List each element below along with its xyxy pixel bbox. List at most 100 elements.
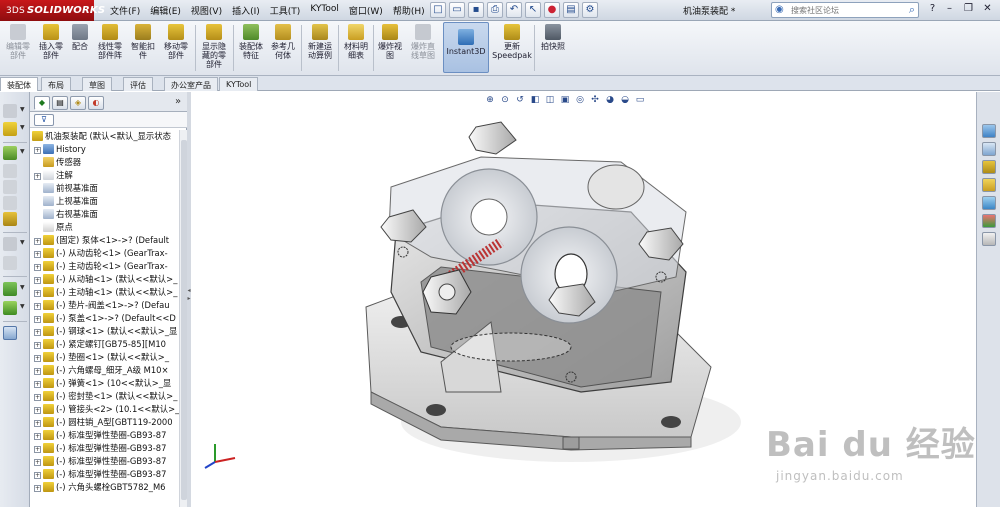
tree-node[interactable]: + (-) 标准型弹性垫圈-GB93-87 <box>34 468 166 481</box>
expand-toggle-icon[interactable]: + <box>34 368 41 375</box>
take-snapshot-button[interactable]: 拍快照 <box>537 24 569 51</box>
design-library-icon[interactable] <box>982 142 996 156</box>
new-document-icon[interactable]: □ <box>430 2 446 18</box>
expand-toggle-icon[interactable]: + <box>34 420 41 427</box>
toolbar-tool-6-icon[interactable] <box>3 196 17 210</box>
tree-node[interactable]: + (-) 从动轴<1> (默认<<默认>_ <box>34 273 177 286</box>
solidworks-resources-icon[interactable] <box>982 124 996 138</box>
tree-node[interactable]: + (-) 标准型弹性垫圈-GB93-87 <box>34 442 166 455</box>
expand-toggle-icon[interactable]: + <box>34 342 41 349</box>
tree-node[interactable]: + (-) 紧定螺钉[GB75-85][M10 <box>34 338 166 351</box>
toolbar-tool-2-icon[interactable] <box>3 122 17 136</box>
tree-node[interactable]: + (-) 六角螺母_细牙_A级 M10× <box>34 364 169 377</box>
dropdown-arrow-icon[interactable]: ▼ <box>20 239 25 246</box>
toolbar-tool-12-icon[interactable] <box>3 326 17 340</box>
tree-node[interactable]: + (-) 标准型弹性垫圈-GB93-87 <box>34 455 166 468</box>
solidworks-logo[interactable]: 3DS SOLIDWORKS <box>0 0 105 21</box>
expand-toggle-icon[interactable]: + <box>34 277 41 284</box>
menu-tools[interactable]: 工具(T) <box>265 4 306 17</box>
tab-layout[interactable]: 布局 <box>41 77 71 91</box>
expand-toggle-icon[interactable]: + <box>34 472 41 479</box>
dropdown-arrow-icon[interactable]: ▼ <box>20 106 25 113</box>
search-input[interactable] <box>772 3 890 17</box>
expand-toggle-icon[interactable]: + <box>34 290 41 297</box>
view-palette-icon[interactable] <box>982 196 996 210</box>
tree-node[interactable]: 原点 <box>34 221 73 234</box>
tree-node[interactable]: + (-) 钢球<1> (默认<<默认>_显 <box>34 325 177 338</box>
tree-node[interactable]: 上视基准面 <box>34 195 98 208</box>
expand-toggle-icon[interactable]: + <box>34 251 41 258</box>
toolbar-tool-11-icon[interactable] <box>3 301 17 315</box>
feature-tree-tab-icon[interactable]: ◆ <box>34 96 50 110</box>
show-hidden-components-button[interactable]: 显示隐 藏的零 部件 <box>198 24 230 69</box>
tree-node[interactable]: + (-) 泵盖<1>->? (Default<<D <box>34 312 176 325</box>
toolbar-tool-7-icon[interactable] <box>3 212 17 226</box>
tree-node[interactable]: + (-) 主动轴<1> (默认<<默认>_ <box>34 286 177 299</box>
save-icon[interactable]: ▪ <box>468 2 484 18</box>
toolbar-tool-5-icon[interactable] <box>3 180 17 194</box>
expand-toggle-icon[interactable]: + <box>34 264 41 271</box>
undo-icon[interactable]: ↶ <box>506 2 522 18</box>
tree-node[interactable]: 传感器 <box>34 156 81 169</box>
tree-node[interactable]: + (-) 主动齿轮<1> (GearTrax- <box>34 260 168 273</box>
toolbar-tool-3-icon[interactable] <box>3 146 17 160</box>
appearances-scenes-icon[interactable] <box>982 214 996 228</box>
tab-office-products[interactable]: 办公室产品 <box>164 77 218 91</box>
custom-properties-icon[interactable] <box>982 232 996 246</box>
menu-file[interactable]: 文件(F) <box>105 4 145 17</box>
feature-tree-scrollbar[interactable] <box>179 130 187 507</box>
toolbar-tool-1-icon[interactable] <box>3 104 17 118</box>
menu-insert[interactable]: 插入(I) <box>227 4 265 17</box>
tab-kytool[interactable]: KYTool <box>219 77 259 91</box>
options-gear-icon[interactable]: ⚙ <box>582 2 598 18</box>
dropdown-arrow-icon[interactable]: ▼ <box>20 148 25 155</box>
expand-toggle-icon[interactable]: + <box>34 316 41 323</box>
bill-of-materials-button[interactable]: 材料明 细表 <box>341 24 371 60</box>
new-motion-study-button[interactable]: 新建运 动算例 <box>304 24 336 60</box>
tree-node[interactable]: + History <box>34 143 86 156</box>
explode-line-sketch-button[interactable]: 爆炸直 线草图 <box>407 24 439 60</box>
expand-toggle-icon[interactable]: + <box>34 303 41 310</box>
tree-node[interactable]: + (-) 管接头<2> (10.1<<默认>_ <box>34 403 179 416</box>
tree-node[interactable]: + (-) 标准型弹性垫圈-GB93-87 <box>34 429 166 442</box>
expand-toggle-icon[interactable]: + <box>34 329 41 336</box>
configuration-manager-tab-icon[interactable]: ◈ <box>70 96 86 110</box>
smart-fasteners-button[interactable]: 智能扣 件 <box>129 24 157 60</box>
print-icon[interactable]: ⎙ <box>487 2 503 18</box>
expand-toggle-icon[interactable]: + <box>34 381 41 388</box>
expand-toggle-icon[interactable]: + <box>34 238 41 245</box>
toolbar-tool-4-icon[interactable] <box>3 164 17 178</box>
tree-node[interactable]: + (-) 圆柱销_A型[GBT119-2000 <box>34 416 173 429</box>
menu-view[interactable]: 视图(V) <box>186 4 227 17</box>
expand-toggle-icon[interactable]: + <box>34 355 41 362</box>
minimize-icon[interactable]: – <box>942 2 957 17</box>
tab-sketch[interactable]: 草图 <box>82 77 112 91</box>
update-speedpak-button[interactable]: 更新 Speedpak <box>492 24 532 60</box>
tree-root-assembly[interactable]: 机油泵装配 (默认<默认_显示状态 <box>32 130 171 143</box>
expand-toggle-icon[interactable]: + <box>34 433 41 440</box>
toolbar-tool-8-icon[interactable] <box>3 237 17 251</box>
tree-node[interactable]: + 注解 <box>34 169 73 182</box>
dropdown-arrow-icon[interactable]: ▼ <box>20 303 25 310</box>
expand-toggle-icon[interactable]: + <box>34 394 41 401</box>
search-icon[interactable]: ⌕ <box>909 3 915 17</box>
open-folder-icon[interactable]: ▭ <box>449 2 465 18</box>
search-results-icon[interactable] <box>982 178 996 192</box>
expand-toggle-icon[interactable]: + <box>34 485 41 492</box>
tree-node[interactable]: + (-) 从动齿轮<1> (GearTrax- <box>34 247 168 260</box>
exploded-view-button[interactable]: 爆炸视 图 <box>376 24 404 60</box>
expand-toggle-icon[interactable]: + <box>34 446 41 453</box>
tab-assembly[interactable]: 装配体 <box>0 77 38 91</box>
graphics-viewport[interactable]: ⊕ ⊙ ↺ ◧ ◫ ▣ ◎ ✣ ◕ ◒ ▭ Bai du 经验 jingyan.… <box>191 92 976 507</box>
insert-component-button[interactable]: 插入零 部件 <box>36 24 66 60</box>
tree-node[interactable]: + (固定) 泵体<1>->? (Default <box>34 234 169 247</box>
assembly-features-button[interactable]: 装配体 特征 <box>236 24 266 60</box>
expand-panel-icon[interactable]: » <box>175 96 181 107</box>
help-question-icon[interactable]: ? <box>925 2 940 17</box>
rebuild-traffic-light-icon[interactable]: ● <box>544 2 560 18</box>
expand-toggle-icon[interactable]: + <box>34 459 41 466</box>
menu-help[interactable]: 帮助(H) <box>388 4 430 17</box>
instant3d-button[interactable]: Instant3D <box>443 22 489 73</box>
file-properties-icon[interactable]: ▤ <box>563 2 579 18</box>
tree-node[interactable]: + (-) 垫圈<1> (默认<<默认>_ <box>34 351 169 364</box>
